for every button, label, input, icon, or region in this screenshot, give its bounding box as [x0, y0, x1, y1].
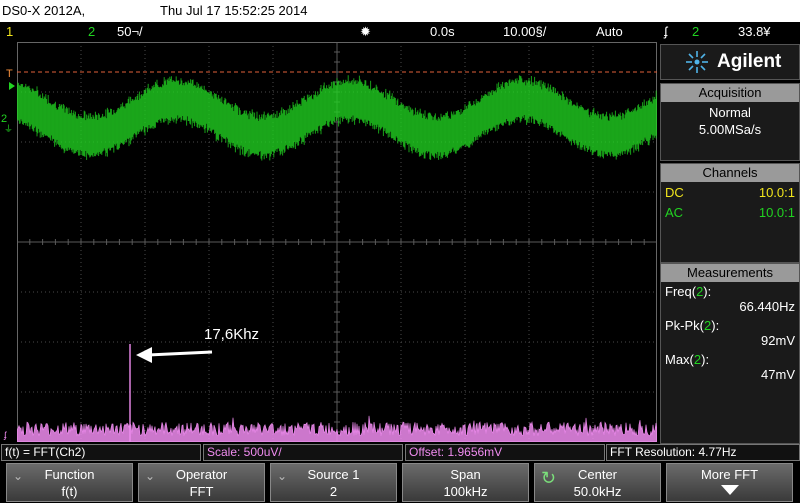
softkey-label: Span	[450, 467, 481, 482]
softkey-label: Operator	[175, 467, 228, 482]
measurement-value: 47mV	[761, 367, 795, 382]
ch1-probe: 10.0:1	[758, 185, 795, 200]
run-stop-icon: ✹	[360, 24, 371, 39]
trigger-level-marker[interactable]: T	[6, 68, 13, 80]
measurement-value: 66.440Hz	[739, 299, 795, 314]
channel-row-2: AC 10.0:1	[661, 205, 799, 225]
center-softkey[interactable]: ↻ Center 50.0kHz	[534, 463, 661, 502]
softkey-bar: ⌄ Function f(t) ⌄ Operator FFT ⌄ Source …	[0, 462, 800, 503]
annotation-arrow-icon	[136, 347, 213, 363]
span-softkey[interactable]: Span 100kHz	[402, 463, 529, 502]
math-offset-info: Offset: 1.9656mV	[405, 444, 605, 461]
acquisition-title: Acquisition	[661, 84, 799, 102]
graticule	[17, 42, 657, 442]
channel-row-1: DC 10.0:1	[661, 185, 799, 205]
ch1-coupling: DC	[665, 185, 684, 200]
annotation-label: 17,6Khz	[204, 326, 260, 343]
rotate-knob-icon: ↻	[541, 468, 557, 488]
down-arrow-icon	[720, 485, 739, 495]
instrument-model: DS0-X 2012A,	[2, 3, 86, 18]
measurements-title: Measurements	[661, 264, 799, 282]
acquisition-panel[interactable]: Acquisition Normal 5.00MSa/s	[660, 83, 800, 161]
sidebar: Agilent Acquisition Normal 5.00MSa/s Cha…	[658, 44, 800, 444]
title-bar: DS0-X 2012A, Thu Jul 17 15:52:25 2014	[0, 0, 800, 22]
measurement-suffix: ):	[701, 352, 710, 367]
measurement-name: Freq(	[665, 284, 697, 299]
measurement-max: Max(2): 47mV	[661, 350, 799, 384]
function-softkey[interactable]: ⌄ Function f(t)	[6, 463, 133, 502]
brand-logo: Agilent	[660, 44, 800, 80]
softkey-arrow-icon: ⌄	[145, 469, 156, 483]
measurement-value: 92mV	[761, 333, 795, 348]
datetime: Thu Jul 17 15:52:25 2014	[160, 3, 308, 18]
math-info-bar: f(t) = FFT(Ch2) Scale: 500uV/ Offset: 1.…	[0, 443, 800, 461]
more-fft-softkey[interactable]: More FFT	[666, 463, 793, 502]
measurement-freq: Freq(2): 66.440Hz	[661, 282, 799, 316]
timebase[interactable]: 10.00§/	[503, 24, 546, 39]
trigger-level[interactable]: 33.8¥	[738, 24, 771, 39]
softkey-arrow-icon: ⌄	[13, 469, 24, 483]
brand-name: Agilent	[717, 51, 782, 72]
trigger-mode[interactable]: Auto	[596, 24, 623, 39]
ch2-probe: 10.0:1	[758, 205, 795, 220]
status-bar: 1 2 50¬/ ✹ 0.0s 10.00§/ Auto ʄ 2 33.8¥	[0, 22, 800, 42]
math-function-info: f(t) = FFT(Ch2)	[1, 444, 201, 461]
fft-resolution-info: FFT Resolution: 4.77Hz	[606, 444, 800, 461]
trigger-source[interactable]: 2	[692, 24, 699, 39]
measurement-suffix: ):	[711, 318, 720, 333]
softkey-value: FFT	[189, 484, 214, 499]
softkey-value: 100kHz	[443, 484, 488, 499]
measurement-pkpk: Pk-Pk(2): 92mV	[661, 316, 799, 350]
math-scale-info: Scale: 500uV/	[203, 444, 403, 461]
measurements-panel[interactable]: Measurements Freq(2): 66.440Hz Pk-Pk(2):…	[660, 263, 800, 444]
ch2-indicator[interactable]: 2	[88, 24, 95, 39]
softkey-label: More FFT	[700, 467, 759, 482]
operator-softkey[interactable]: ⌄ Operator FFT	[138, 463, 265, 502]
softkey-value: f(t)	[61, 484, 78, 499]
horizontal-position[interactable]: 0.0s	[430, 24, 455, 39]
channels-panel[interactable]: Channels DC 10.0:1 AC 10.0:1	[660, 163, 800, 263]
sample-rate: 5.00MSa/s	[698, 122, 762, 137]
agilent-spark-icon	[686, 51, 708, 73]
ch1-indicator[interactable]: 1	[6, 24, 13, 39]
softkey-arrow-icon: ⌄	[277, 469, 288, 483]
ground-icon: ⏚	[4, 124, 14, 134]
waveform-display[interactable]	[17, 42, 657, 442]
channels-title: Channels	[661, 164, 799, 182]
softkey-value: 2	[329, 484, 338, 499]
measurement-name: Pk-Pk(	[665, 318, 704, 333]
math-ground-icon: ʄ	[4, 430, 7, 440]
trigger-edge-icon: ʄ	[664, 24, 668, 39]
measurement-name: Max(	[665, 352, 694, 367]
measurement-suffix: ):	[703, 284, 712, 299]
softkey-label: Source 1	[307, 467, 360, 482]
acquisition-mode: Normal	[709, 105, 751, 120]
trigger-arrow-icon	[9, 82, 15, 90]
ch2-scale[interactable]: 50¬/	[117, 24, 143, 39]
source1-softkey[interactable]: ⌄ Source 1 2	[270, 463, 397, 502]
ch2-coupling: AC	[665, 205, 684, 220]
softkey-label: Function	[44, 467, 95, 482]
